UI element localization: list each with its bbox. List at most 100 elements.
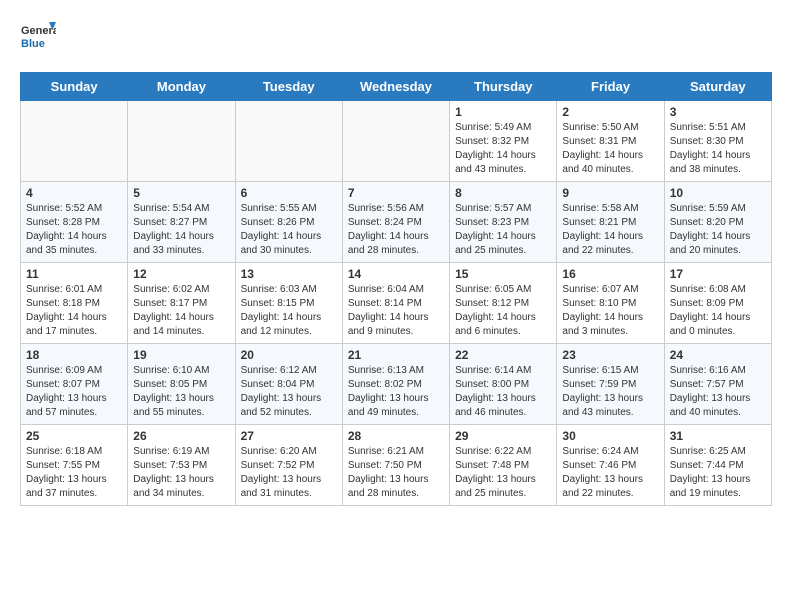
weekday-header-tuesday: Tuesday: [235, 73, 342, 101]
calendar-table: SundayMondayTuesdayWednesdayThursdayFrid…: [20, 72, 772, 506]
day-number: 6: [241, 186, 337, 200]
day-number: 19: [133, 348, 229, 362]
day-number: 14: [348, 267, 444, 281]
calendar-cell: [21, 101, 128, 182]
calendar-cell: 17 Sunrise: 6:08 AM Sunset: 8:09 PM Dayli…: [664, 263, 771, 344]
calendar-cell: 21 Sunrise: 6:13 AM Sunset: 8:02 PM Dayli…: [342, 344, 449, 425]
calendar-cell: 26Sunrise: 6:19 AM Sunset: 7:53 PM Dayli…: [128, 425, 235, 506]
page-header: General Blue: [20, 20, 772, 56]
calendar-cell: 20Sunrise: 6:12 AM Sunset: 8:04 PM Dayli…: [235, 344, 342, 425]
svg-text:Blue: Blue: [21, 38, 45, 50]
day-info: Sunrise: 5:50 AM Sunset: 8:31 PM Dayligh…: [562, 121, 658, 177]
logo-container: General Blue: [20, 20, 56, 56]
day-number: 1: [455, 105, 551, 119]
day-info: Sunrise: 6:05 AM Sunset: 8:12 PM Dayligh…: [455, 283, 551, 339]
day-number: 26: [133, 429, 229, 443]
day-info: Sunrise: 6:24 AM Sunset: 7:46 PM Dayligh…: [562, 445, 658, 501]
weekday-header-friday: Friday: [557, 73, 664, 101]
calendar-cell: 16 Sunrise: 6:07 AM Sunset: 8:10 PM Dayli…: [557, 263, 664, 344]
calendar-cell: [235, 101, 342, 182]
day-info: Sunrise: 5:58 AM Sunset: 8:21 PM Dayligh…: [562, 202, 658, 258]
calendar-cell: 13 Sunrise: 6:03 AM Sunset: 8:15 PM Dayli…: [235, 263, 342, 344]
day-number: 17: [670, 267, 766, 281]
day-number: 20: [241, 348, 337, 362]
day-info: Sunrise: 5:51 AM Sunset: 8:30 PM Dayligh…: [670, 121, 766, 177]
calendar-cell: 2 Sunrise: 5:50 AM Sunset: 8:31 PM Daylig…: [557, 101, 664, 182]
weekday-header-sunday: Sunday: [21, 73, 128, 101]
day-info: Sunrise: 5:57 AM Sunset: 8:23 PM Dayligh…: [455, 202, 551, 258]
calendar-cell: 6 Sunrise: 5:55 AM Sunset: 8:26 PM Daylig…: [235, 182, 342, 263]
day-info: Sunrise: 6:15 AM Sunset: 7:59 PM Dayligh…: [562, 364, 658, 420]
day-info: Sunrise: 5:56 AM Sunset: 8:24 PM Dayligh…: [348, 202, 444, 258]
calendar-week-row: 25 Sunrise: 6:18 AM Sunset: 7:55 PM Dayli…: [21, 425, 772, 506]
calendar-week-row: 11 Sunrise: 6:01 AM Sunset: 8:18 PM Dayli…: [21, 263, 772, 344]
weekday-header-thursday: Thursday: [450, 73, 557, 101]
calendar-cell: 1Sunrise: 5:49 AM Sunset: 8:32 PM Daylig…: [450, 101, 557, 182]
weekday-header-row: SundayMondayTuesdayWednesdayThursdayFrid…: [21, 73, 772, 101]
logo: General Blue: [20, 20, 56, 56]
day-info: Sunrise: 6:25 AM Sunset: 7:44 PM Dayligh…: [670, 445, 766, 501]
calendar-cell: 14 Sunrise: 6:04 AM Sunset: 8:14 PM Dayli…: [342, 263, 449, 344]
calendar-cell: 27 Sunrise: 6:20 AM Sunset: 7:52 PM Dayli…: [235, 425, 342, 506]
calendar-cell: 23 Sunrise: 6:15 AM Sunset: 7:59 PM Dayli…: [557, 344, 664, 425]
calendar-cell: 3 Sunrise: 5:51 AM Sunset: 8:30 PM Daylig…: [664, 101, 771, 182]
logo-icon-wrapper: General Blue: [20, 20, 56, 56]
day-info: Sunrise: 5:55 AM Sunset: 8:26 PM Dayligh…: [241, 202, 337, 258]
day-number: 30: [562, 429, 658, 443]
calendar-cell: 22 Sunrise: 6:14 AM Sunset: 8:00 PM Dayli…: [450, 344, 557, 425]
day-info: Sunrise: 6:07 AM Sunset: 8:10 PM Dayligh…: [562, 283, 658, 339]
day-number: 10: [670, 186, 766, 200]
day-info: Sunrise: 6:18 AM Sunset: 7:55 PM Dayligh…: [26, 445, 122, 501]
day-info: Sunrise: 6:01 AM Sunset: 8:18 PM Dayligh…: [26, 283, 122, 339]
calendar-cell: 24 Sunrise: 6:16 AM Sunset: 7:57 PM Dayli…: [664, 344, 771, 425]
day-number: 22: [455, 348, 551, 362]
calendar-cell: 7 Sunrise: 5:56 AM Sunset: 8:24 PM Daylig…: [342, 182, 449, 263]
day-info: Sunrise: 5:54 AM Sunset: 8:27 PM Dayligh…: [133, 202, 229, 258]
calendar-week-row: 18 Sunrise: 6:09 AM Sunset: 8:07 PM Dayli…: [21, 344, 772, 425]
day-info: Sunrise: 6:04 AM Sunset: 8:14 PM Dayligh…: [348, 283, 444, 339]
day-number: 11: [26, 267, 122, 281]
day-number: 16: [562, 267, 658, 281]
day-number: 21: [348, 348, 444, 362]
calendar-cell: 9 Sunrise: 5:58 AM Sunset: 8:21 PM Daylig…: [557, 182, 664, 263]
day-number: 28: [348, 429, 444, 443]
day-info: Sunrise: 5:59 AM Sunset: 8:20 PM Dayligh…: [670, 202, 766, 258]
day-number: 2: [562, 105, 658, 119]
day-number: 29: [455, 429, 551, 443]
calendar-cell: 10 Sunrise: 5:59 AM Sunset: 8:20 PM Dayli…: [664, 182, 771, 263]
day-number: 4: [26, 186, 122, 200]
day-info: Sunrise: 6:02 AM Sunset: 8:17 PM Dayligh…: [133, 283, 229, 339]
day-number: 25: [26, 429, 122, 443]
day-number: 5: [133, 186, 229, 200]
day-info: Sunrise: 6:09 AM Sunset: 8:07 PM Dayligh…: [26, 364, 122, 420]
day-number: 24: [670, 348, 766, 362]
day-info: Sunrise: 6:13 AM Sunset: 8:02 PM Dayligh…: [348, 364, 444, 420]
calendar-week-row: 4 Sunrise: 5:52 AM Sunset: 8:28 PM Daylig…: [21, 182, 772, 263]
day-info: Sunrise: 6:16 AM Sunset: 7:57 PM Dayligh…: [670, 364, 766, 420]
calendar-cell: [342, 101, 449, 182]
calendar-cell: 31Sunrise: 6:25 AM Sunset: 7:44 PM Dayli…: [664, 425, 771, 506]
svg-text:General: General: [21, 25, 56, 37]
day-number: 23: [562, 348, 658, 362]
day-info: Sunrise: 5:52 AM Sunset: 8:28 PM Dayligh…: [26, 202, 122, 258]
day-number: 27: [241, 429, 337, 443]
logo-svg: General Blue: [20, 20, 56, 56]
day-number: 18: [26, 348, 122, 362]
calendar-cell: 4 Sunrise: 5:52 AM Sunset: 8:28 PM Daylig…: [21, 182, 128, 263]
day-info: Sunrise: 6:14 AM Sunset: 8:00 PM Dayligh…: [455, 364, 551, 420]
calendar-cell: [128, 101, 235, 182]
day-info: Sunrise: 6:20 AM Sunset: 7:52 PM Dayligh…: [241, 445, 337, 501]
day-number: 7: [348, 186, 444, 200]
calendar-cell: 28Sunrise: 6:21 AM Sunset: 7:50 PM Dayli…: [342, 425, 449, 506]
day-info: Sunrise: 6:08 AM Sunset: 8:09 PM Dayligh…: [670, 283, 766, 339]
day-number: 12: [133, 267, 229, 281]
day-number: 3: [670, 105, 766, 119]
day-info: Sunrise: 6:03 AM Sunset: 8:15 PM Dayligh…: [241, 283, 337, 339]
day-info: Sunrise: 6:10 AM Sunset: 8:05 PM Dayligh…: [133, 364, 229, 420]
calendar-cell: 29 Sunrise: 6:22 AM Sunset: 7:48 PM Dayli…: [450, 425, 557, 506]
day-number: 13: [241, 267, 337, 281]
calendar-cell: 19 Sunrise: 6:10 AM Sunset: 8:05 PM Dayli…: [128, 344, 235, 425]
weekday-header-monday: Monday: [128, 73, 235, 101]
day-info: Sunrise: 6:22 AM Sunset: 7:48 PM Dayligh…: [455, 445, 551, 501]
day-number: 9: [562, 186, 658, 200]
